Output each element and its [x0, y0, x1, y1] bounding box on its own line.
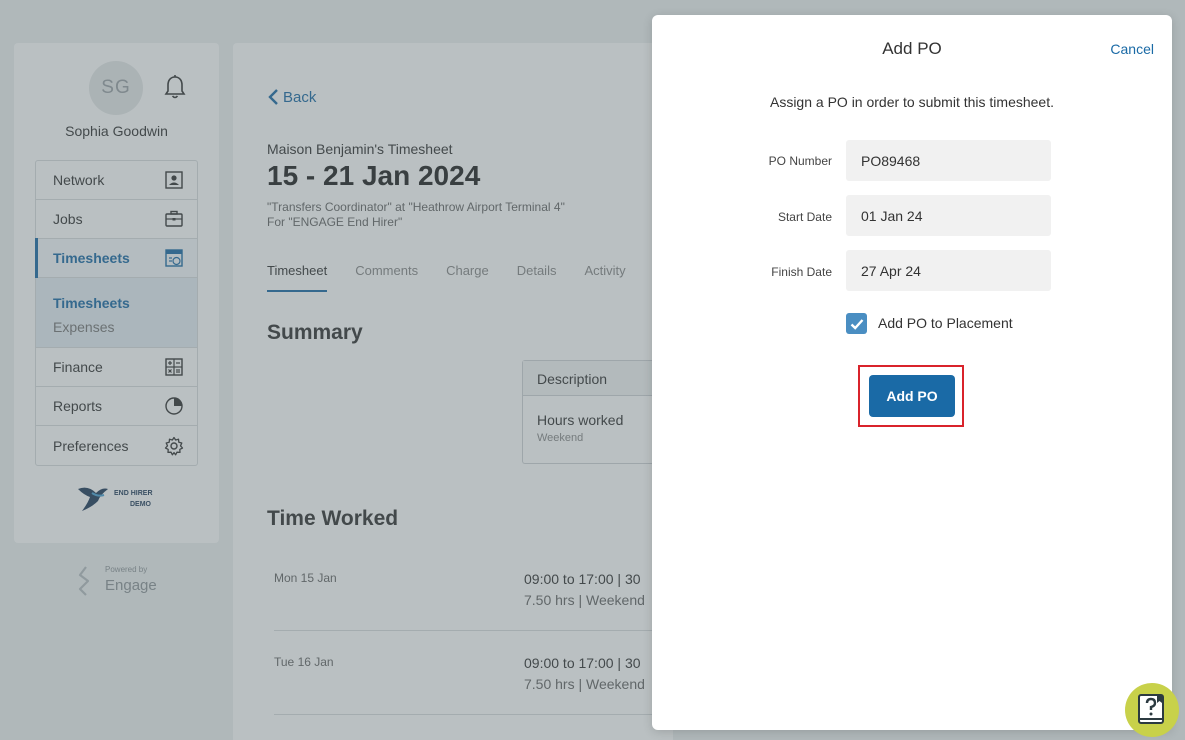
start-date-label: Start Date [777, 210, 832, 224]
po-number-label: PO Number [768, 154, 832, 168]
help-button[interactable] [1125, 683, 1179, 737]
help-book-icon [1138, 694, 1164, 724]
modal-title: Add PO [882, 39, 942, 58]
po-number-input[interactable] [846, 140, 1051, 181]
start-date-input[interactable] [846, 195, 1051, 236]
finish-date-input[interactable] [846, 250, 1051, 291]
modal-instruction: Assign a PO in order to submit this time… [769, 94, 1054, 110]
add-po-button[interactable]: Add PO [869, 375, 955, 417]
finish-date-label: Finish Date [771, 265, 832, 279]
cancel-button[interactable]: Cancel [1110, 41, 1154, 57]
add-po-to-placement-label[interactable]: Add PO to Placement [878, 315, 1013, 331]
add-po-to-placement-checkbox[interactable] [846, 313, 867, 334]
add-po-modal: Add PO Cancel Assign a PO in order to su… [652, 15, 1172, 730]
checkmark-icon [850, 318, 863, 330]
